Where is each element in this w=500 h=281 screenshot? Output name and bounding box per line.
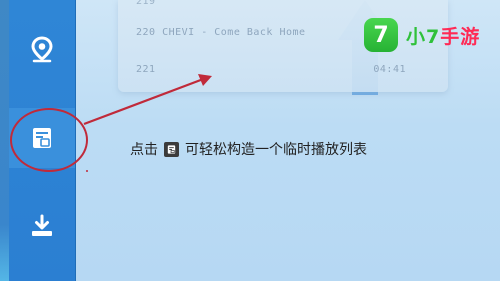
track-number: 220 (136, 27, 156, 38)
track-row[interactable]: 221 04:41 (136, 64, 436, 75)
annotation-dot (86, 170, 88, 172)
logo-text: 小7手游 (406, 22, 480, 49)
location-pin-icon (31, 36, 53, 63)
instruction-caption: 点击 可轻松构造一个临时播放列表 (130, 139, 367, 159)
track-number: 219 (136, 0, 156, 7)
sidebar-item-download[interactable] (9, 196, 75, 256)
logo-badge: 7 (364, 18, 398, 52)
caption-suffix: 可轻松构造一个临时播放列表 (185, 142, 367, 158)
caption-prefix: 点击 (130, 142, 158, 158)
track-duration: 04:41 (373, 64, 406, 75)
track-number: 221 (136, 64, 156, 75)
sidebar-item-location[interactable] (9, 20, 75, 80)
playlist-card-icon (164, 141, 179, 157)
logo-text-main: 小7 (406, 25, 441, 48)
download-icon (32, 214, 52, 236)
track-title: CHEVI - Come Back Home (162, 27, 306, 38)
sidebar-edge (0, 0, 9, 281)
highlight-circle (10, 108, 88, 172)
brand-logo: 7 小7手游 (364, 18, 496, 52)
logo-text-accent: 手游 (440, 25, 481, 48)
track-row[interactable]: 219 (136, 0, 436, 7)
